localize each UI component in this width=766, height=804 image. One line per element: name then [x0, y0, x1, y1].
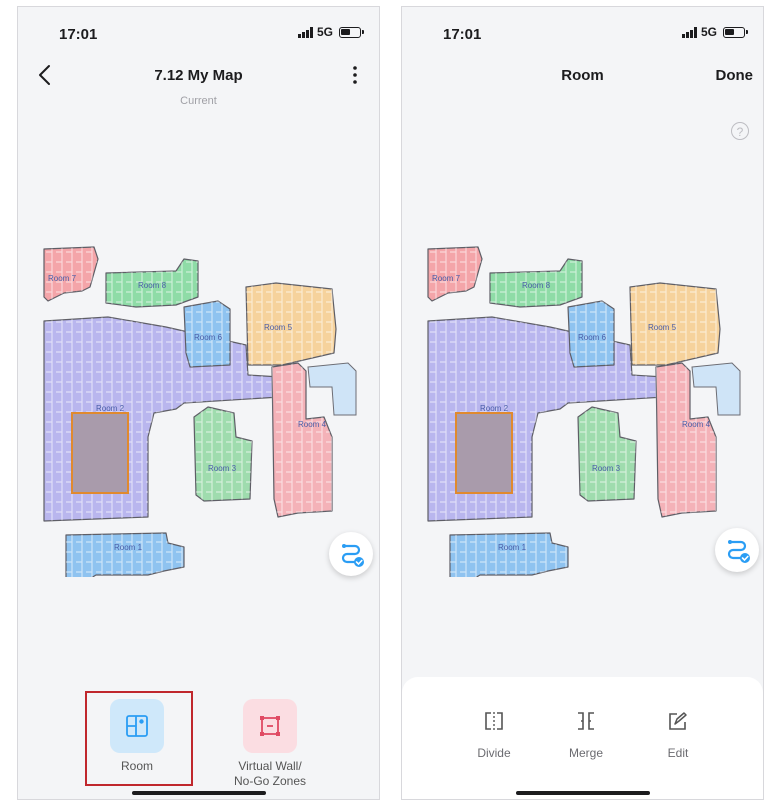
cleaning-path-button[interactable]: [715, 528, 759, 572]
room-label: Room 8: [138, 281, 167, 290]
room-region[interactable]: Room 7: [427, 246, 483, 302]
floor-map[interactable]: Room 1 Room 2 Room 3 Room 4 Room 5 Room 6 Room…: [420, 237, 760, 577]
page-title: 7.12 My Map: [154, 67, 243, 84]
room-region[interactable]: Room 3: [193, 406, 253, 502]
more-options-icon[interactable]: [351, 65, 359, 85]
status-time: 17:01: [443, 26, 482, 43]
cleaning-path-button[interactable]: [329, 532, 373, 576]
status-time: 17:01: [59, 26, 98, 43]
room-region[interactable]: Room 6: [183, 300, 231, 368]
room-label: Room 6: [194, 333, 223, 342]
room-region[interactable]: Room 5: [629, 282, 721, 366]
battery-icon: [723, 26, 748, 38]
virtual-wall-icon: [243, 699, 297, 753]
room-label: Room 5: [264, 323, 293, 332]
room-label: Room 6: [578, 333, 607, 342]
room-label: Room 2: [96, 404, 125, 413]
merge-icon: [578, 712, 594, 730]
map-status-subtitle: Current: [180, 95, 217, 107]
room-label: Room 1: [114, 543, 143, 552]
home-indicator: [131, 791, 266, 795]
room-label: Room 8: [522, 281, 551, 290]
room-label: Room 4: [682, 420, 711, 429]
map-screen: 17:01 5G 7.12 My Map Current Room 1 Room …: [17, 6, 380, 800]
virtual-wall-tool[interactable]: Virtual Wall/ No-Go Zones: [228, 699, 312, 789]
room-actions-sheet: Divide Merge Edit: [402, 677, 763, 799]
virtual-wall-tool-label: Virtual Wall/ No-Go Zones: [233, 759, 307, 788]
room-region[interactable]: Room 1: [65, 532, 185, 577]
divide-icon: [485, 712, 503, 730]
room-region[interactable]: Room 8: [105, 258, 199, 308]
edit-label: Edit: [667, 746, 689, 760]
no-go-zone[interactable]: [455, 412, 513, 494]
home-indicator: [515, 791, 650, 795]
signal-icon: [681, 26, 697, 38]
network-label: 5G: [316, 25, 333, 39]
room-region[interactable]: Room 7: [43, 246, 99, 302]
room-region[interactable]: Room 5: [245, 282, 337, 366]
room-region[interactable]: Room 1: [449, 532, 569, 577]
page-title: Room: [561, 67, 604, 84]
status-bar-icons: 5G: [681, 25, 748, 39]
no-go-zone[interactable]: [71, 412, 129, 494]
room-edit-screen: 17:01 5G Room Done ? Room 1 Room 2 Room 3R…: [401, 6, 764, 800]
route-icon: [341, 544, 364, 567]
network-label: 5G: [700, 25, 717, 39]
room-label: Room 5: [648, 323, 677, 332]
map-tools: Room Virtual Wall/ No-Go Zones: [18, 699, 379, 799]
room-region[interactable]: Room 3: [577, 406, 637, 502]
room-label: Room 4: [298, 420, 327, 429]
room-region[interactable]: Room 8: [489, 258, 583, 308]
signal-icon: [297, 26, 313, 38]
merge-label: Merge: [568, 746, 603, 760]
room-label: Room 3: [592, 464, 621, 473]
map-area: [307, 362, 357, 416]
room-region[interactable]: Room 6: [567, 300, 615, 368]
status-bar-icons: 5G: [297, 25, 364, 39]
edit-icon: [669, 712, 687, 730]
room-label: Room 7: [432, 274, 461, 283]
room-label: Room 1: [498, 543, 527, 552]
room-label: Room 7: [48, 274, 77, 283]
help-icon[interactable]: ?: [731, 122, 749, 140]
battery-icon: [339, 26, 364, 38]
edit-button[interactable]: Edit: [648, 711, 708, 760]
merge-button[interactable]: Merge: [556, 711, 616, 760]
room-label: Room 3: [208, 464, 237, 473]
divide-button[interactable]: Divide: [464, 711, 524, 760]
map-area: [691, 362, 741, 416]
divide-label: Divide: [477, 746, 511, 760]
done-button[interactable]: Done: [716, 67, 754, 84]
room-label: Room 2: [480, 404, 509, 413]
room-tool-highlight: [85, 691, 193, 786]
floor-map[interactable]: Room 1 Room 2 Room 3 Room 4 Room 5 Room 6 Room…: [36, 237, 376, 577]
route-icon: [727, 540, 750, 563]
